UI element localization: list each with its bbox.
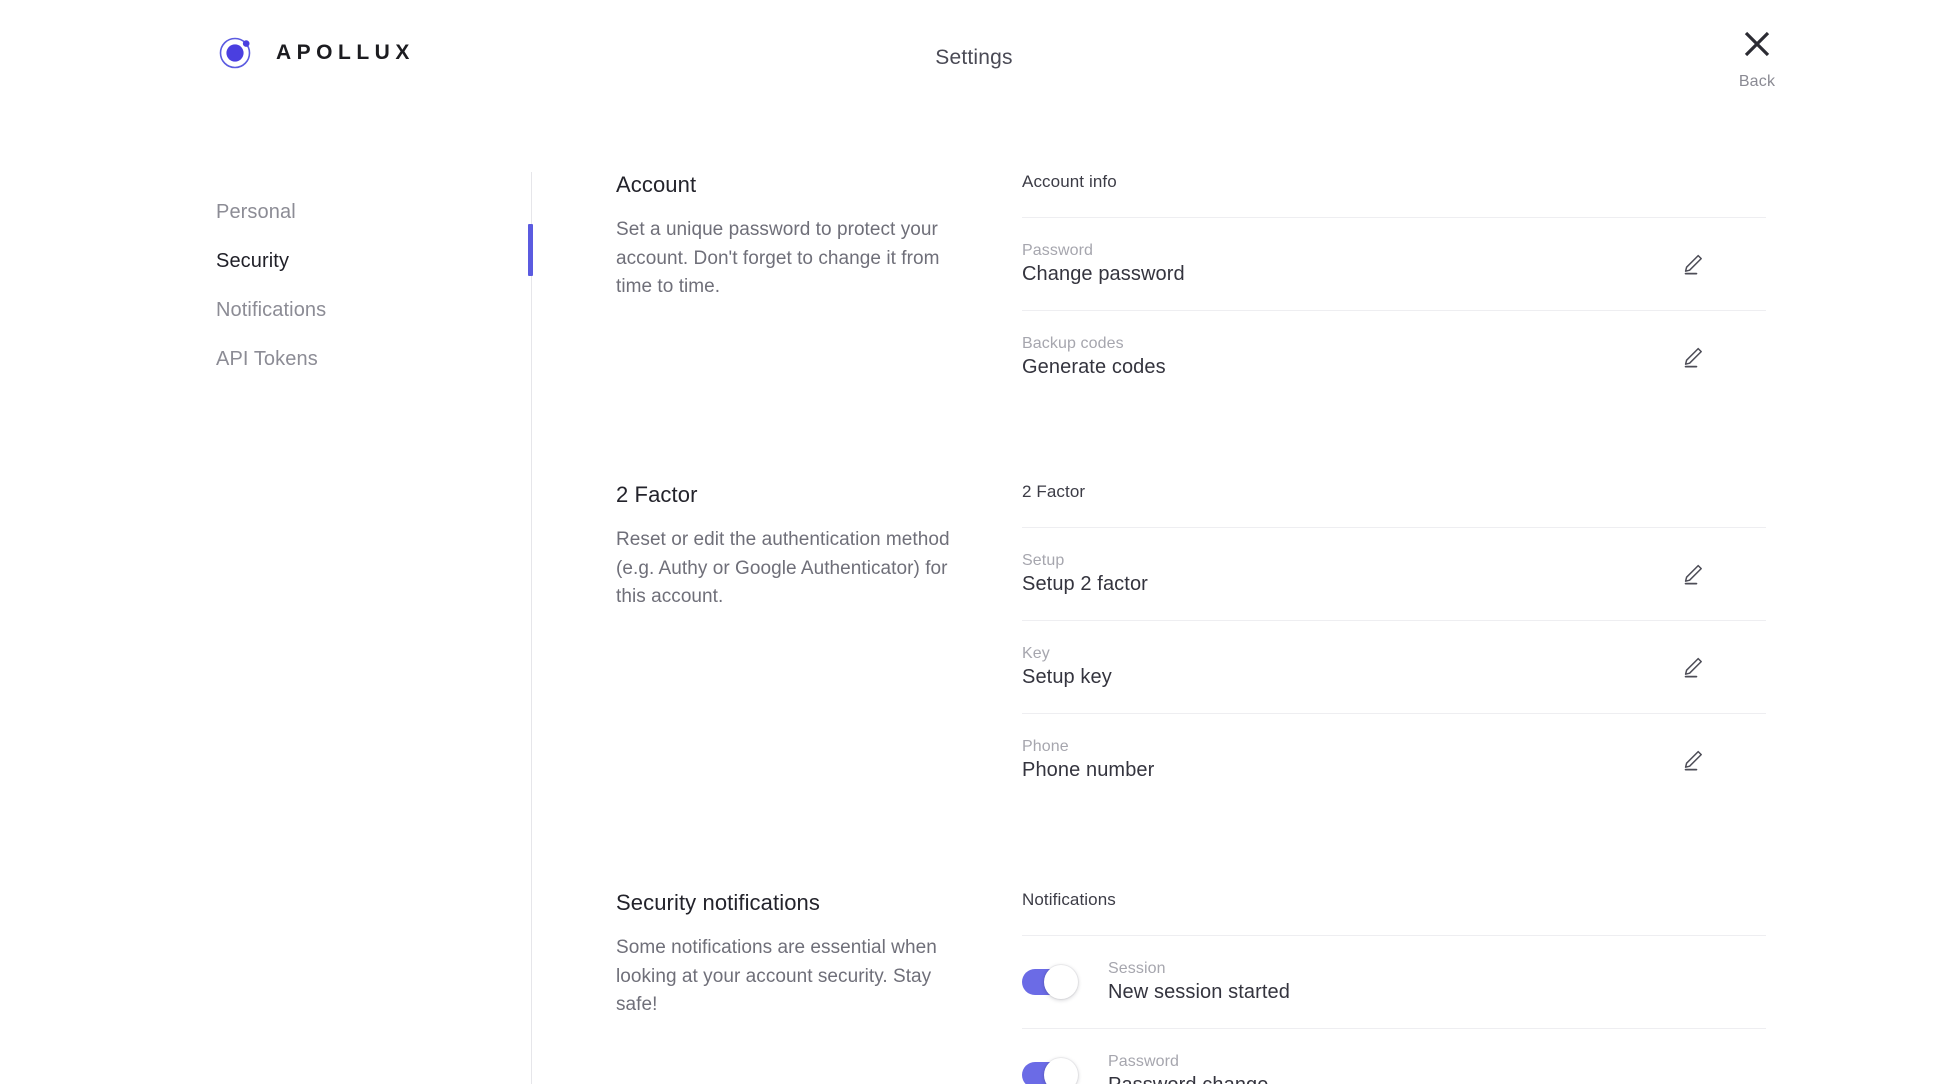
section-2-factor-intro: 2 Factor Reset or edit the authenticatio…: [616, 482, 974, 806]
row-caption: Session: [1108, 960, 1166, 977]
back-button[interactable]: Back: [1724, 28, 1790, 91]
pencil-icon: [1680, 561, 1706, 587]
table-row[interactable]: Session New session started: [1022, 935, 1766, 1028]
row-text: Session New session started: [1108, 960, 1290, 1004]
edit-password-button[interactable]: [1676, 247, 1710, 281]
row-value: Generate codes: [1022, 356, 1166, 378]
section-account: Account Set a unique password to protect…: [616, 172, 1766, 403]
row-value: New session started: [1108, 981, 1290, 1003]
pencil-icon: [1680, 747, 1706, 773]
row-value: Setup 2 factor: [1022, 573, 1148, 595]
edit-setup-2-factor-button[interactable]: [1676, 557, 1710, 591]
toggle-session-notification[interactable]: [1022, 965, 1078, 999]
sidebar-active-indicator: [528, 224, 533, 276]
settings-content: Personal Security Notifications API Toke…: [0, 172, 1948, 1084]
row-value: Phone number: [1022, 759, 1155, 781]
panel-label: Account info: [1022, 172, 1117, 191]
page-title: Settings: [935, 46, 1013, 69]
sidebar-divider: [531, 172, 532, 1084]
sidebar-item-label: Personal: [216, 201, 296, 223]
section-security-notifications: Security notifications Some notification…: [616, 890, 1766, 1084]
row-caption: Backup codes: [1022, 335, 1124, 352]
section-title: 2 Factor: [616, 482, 698, 507]
section-account-intro: Account Set a unique password to protect…: [616, 172, 974, 403]
section-account-panel: Account info Password Change password Ba…: [974, 172, 1766, 403]
settings-page: APOLLUX Settings Back Personal Security …: [0, 0, 1948, 1084]
edit-backup-codes-button[interactable]: [1676, 340, 1710, 374]
sidebar-item-notifications[interactable]: Notifications: [216, 286, 516, 335]
edit-phone-button[interactable]: [1676, 743, 1710, 777]
sidebar-item-label: Security: [216, 250, 290, 272]
table-row[interactable]: Password Password change: [1022, 1028, 1766, 1084]
pencil-icon: [1680, 251, 1706, 277]
app-header: APOLLUX Settings Back: [0, 0, 1948, 120]
sidebar-item-label: Notifications: [216, 299, 327, 321]
toggle-password-notification[interactable]: [1022, 1058, 1078, 1084]
section-title: Account: [616, 172, 697, 197]
table-row[interactable]: Setup Setup 2 factor: [1022, 527, 1766, 620]
row-text: Password Change password: [1022, 242, 1185, 286]
table-row[interactable]: Phone Phone number: [1022, 713, 1766, 806]
back-label: Back: [1738, 73, 1776, 90]
section-2-factor: 2 Factor Reset or edit the authenticatio…: [616, 482, 1766, 806]
panel-label: Notifications: [1022, 890, 1116, 909]
row-text: Backup codes Generate codes: [1022, 335, 1166, 379]
settings-main: Account Set a unique password to protect…: [616, 172, 1766, 1084]
section-security-notifications-panel: Notifications Session New session starte…: [974, 890, 1766, 1084]
section-title: Security notifications: [616, 890, 820, 915]
section-security-notifications-intro: Security notifications Some notification…: [616, 890, 974, 1084]
pencil-icon: [1680, 654, 1706, 680]
row-value: Setup key: [1022, 666, 1112, 688]
row-text: Phone Phone number: [1022, 738, 1154, 782]
pencil-icon: [1680, 344, 1706, 370]
section-description: Reset or edit the authentication method …: [616, 529, 950, 607]
toggle-knob: [1044, 965, 1078, 999]
section-description: Set a unique password to protect your ac…: [616, 219, 940, 297]
row-value: Password change: [1108, 1074, 1268, 1084]
row-caption: Phone: [1022, 738, 1069, 755]
panel-label: 2 Factor: [1022, 482, 1086, 501]
sidebar-item-label: API Tokens: [216, 348, 318, 370]
edit-key-button[interactable]: [1676, 650, 1710, 684]
close-icon: [1741, 28, 1773, 65]
section-description: Some notifications are essential when lo…: [616, 937, 937, 1015]
row-caption: Password: [1022, 242, 1094, 259]
sidebar-item-api-tokens[interactable]: API Tokens: [216, 335, 516, 384]
table-row[interactable]: Password Change password: [1022, 217, 1766, 310]
row-caption: Key: [1022, 645, 1050, 662]
section-2-factor-panel: 2 Factor Setup Setup 2 factor Key Setup …: [974, 482, 1766, 806]
settings-sidebar: Personal Security Notifications API Toke…: [216, 188, 516, 384]
row-text: Password Password change: [1108, 1053, 1268, 1084]
row-caption: Password: [1108, 1053, 1180, 1070]
row-text: Key Setup key: [1022, 645, 1112, 689]
row-caption: Setup: [1022, 552, 1065, 569]
sidebar-item-personal[interactable]: Personal: [216, 188, 516, 237]
row-value: Change password: [1022, 263, 1185, 285]
table-row[interactable]: Key Setup key: [1022, 620, 1766, 713]
table-row[interactable]: Backup codes Generate codes: [1022, 310, 1766, 403]
row-text: Setup Setup 2 factor: [1022, 552, 1148, 596]
sidebar-item-security[interactable]: Security: [216, 237, 516, 286]
toggle-knob: [1044, 1058, 1078, 1084]
